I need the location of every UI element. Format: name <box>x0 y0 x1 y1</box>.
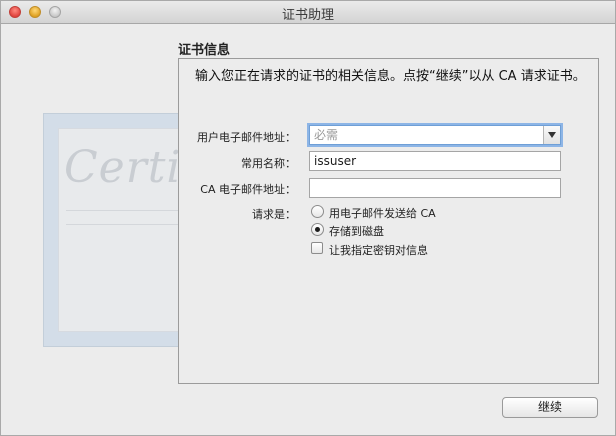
radio-save-to-disk[interactable] <box>311 223 324 236</box>
continue-button[interactable]: 继续 <box>502 397 598 418</box>
intro-text: 输入您正在请求的证书的相关信息。点按“继续”以从 CA 请求证书。 <box>195 69 586 84</box>
ca-email-field[interactable] <box>309 178 561 198</box>
ca-email-label: CA 电子邮件地址： <box>200 183 296 196</box>
user-email-placeholder: 必需 <box>314 128 339 142</box>
section-header: 证书信息 <box>178 43 231 58</box>
title-bar: 证书助理 <box>1 1 615 24</box>
common-name-field[interactable]: issuser <box>309 151 561 171</box>
form-panel <box>178 58 599 384</box>
request-label: 请求是： <box>252 208 296 221</box>
key-pair-checkbox[interactable] <box>311 242 323 254</box>
certificate-assistant-window: 证书助理 Certificate 证书信息 输入您正在请求的证书的相关信息。点按… <box>0 0 616 436</box>
radio-email-to-ca[interactable] <box>311 205 324 218</box>
certificate-line <box>66 224 186 225</box>
radio-save-to-disk-label[interactable]: 存储到磁盘 <box>329 223 384 239</box>
window-title: 证书助理 <box>281 8 334 23</box>
user-email-label: 用户电子邮件地址： <box>197 131 296 144</box>
common-name-label: 常用名称： <box>241 157 296 170</box>
radio-email-to-ca-label[interactable]: 用电子邮件发送给 CA <box>329 205 436 221</box>
chevron-down-icon[interactable] <box>543 126 560 144</box>
user-email-field[interactable]: 必需 <box>309 125 561 145</box>
key-pair-checkbox-label[interactable]: 让我指定密钥对信息 <box>329 242 428 258</box>
